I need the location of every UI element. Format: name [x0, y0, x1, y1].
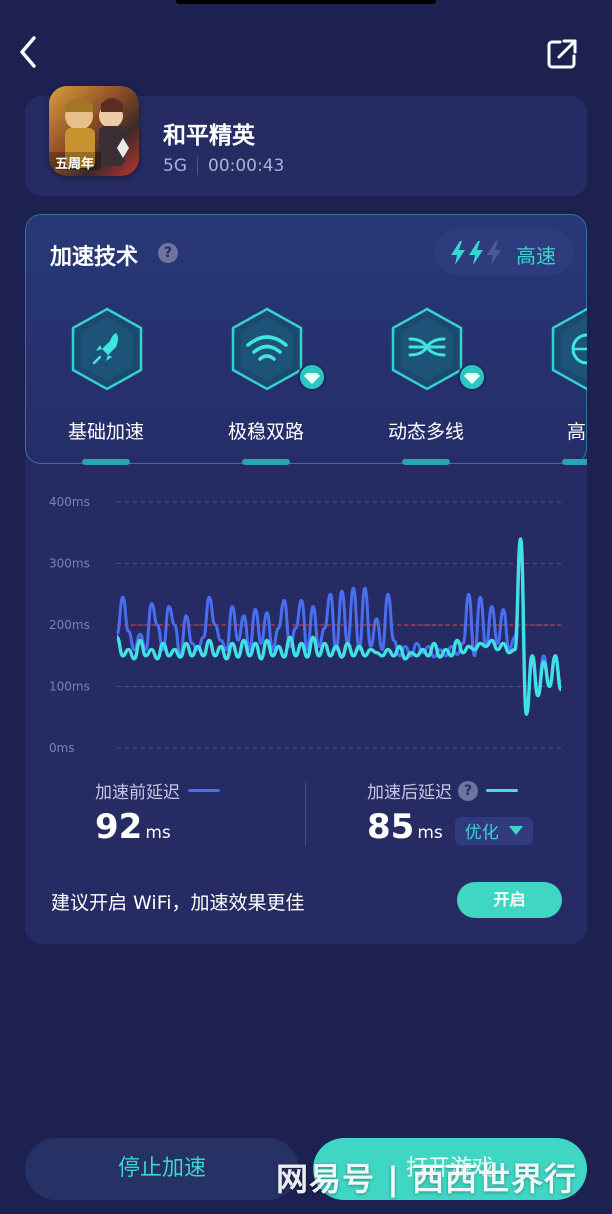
speed-badge[interactable]: 高速 — [434, 229, 574, 275]
latency-before-label-row: 加速前延迟 — [95, 778, 220, 803]
chart-y-tick-label: 100ms — [49, 680, 90, 694]
diamond-premium-icon — [298, 363, 326, 391]
tech-item-indicator — [562, 459, 587, 465]
latency-before-value: 92 — [95, 807, 143, 847]
latency-chart-svg: 0ms 100ms 200ms 300ms 400ms — [49, 495, 563, 755]
game-badge-text: 五周年 — [55, 157, 95, 172]
tech-item-highspeed[interactable]: 高速 — [516, 307, 587, 467]
tech-item-label: 基础加速 — [67, 421, 144, 443]
game-card: 五周年 和平精英 5G 00:00:43 — [25, 86, 587, 196]
watermark: 网易号 | 西西世界行 — [276, 1160, 577, 1198]
back-button[interactable] — [14, 34, 44, 70]
game-meta: 5G 00:00:43 — [163, 156, 284, 176]
globe-icon — [551, 307, 587, 391]
latency-divider — [305, 782, 306, 846]
chart-y-tick-label: 200ms — [49, 618, 90, 632]
chevron-left-icon — [20, 36, 36, 68]
diamond-premium-icon — [458, 363, 486, 391]
game-icon: 五周年 — [49, 86, 139, 176]
tech-item-multiline[interactable]: 动态多线 — [356, 307, 496, 467]
latency-chart: 0ms 100ms 200ms 300ms 400ms — [25, 482, 587, 762]
network-type: 5G — [163, 156, 187, 176]
main-card: 加速技术 ? 高速 基础加速 极稳双路 动态多线 高 0ms 100ms 200… — [25, 214, 587, 944]
enable-wifi-button[interactable]: 开启 — [457, 882, 562, 918]
tech-item-label: 极稳双路 — [227, 421, 304, 443]
game-name: 和平精英 — [163, 123, 255, 149]
boost-duration: 00:00:43 — [208, 156, 285, 176]
tech-item-indicator — [402, 459, 450, 465]
latency-before-unit: ms — [145, 823, 171, 843]
tech-item-label: 高速 — [566, 421, 587, 443]
latency-after-value: 85 — [367, 807, 415, 847]
wifi-tip: 建议开启 WiFi，加速效果更佳 — [51, 892, 305, 914]
share-button[interactable] — [544, 36, 580, 72]
tech-item-indicator — [82, 459, 130, 465]
status-notch — [176, 0, 436, 4]
latency-before-legend-line — [188, 789, 220, 792]
latency-after-unit: ms — [417, 823, 443, 843]
question-help-icon[interactable]: ? — [158, 243, 178, 263]
latency-before: 加速前延迟 92 ms — [95, 778, 220, 847]
top-bar — [0, 0, 612, 90]
chart-y-tick-label: 0ms — [49, 741, 75, 755]
tech-item-basic[interactable]: 基础加速 — [36, 307, 176, 467]
speed-label: 高速 — [516, 244, 556, 268]
tech-item-dual-path[interactable]: 极稳双路 — [196, 307, 336, 467]
latency-before-value-row: 92 ms — [95, 807, 220, 847]
lightning-icon — [469, 241, 483, 265]
dual-wifi-icon — [231, 307, 303, 391]
latency-after: 加速后延迟 ? 85 ms 优化 — [367, 778, 533, 847]
tech-item-indicator — [242, 459, 290, 465]
latency-after-value-row: 85 ms 优化 — [367, 807, 533, 847]
latency-after-legend-line — [486, 789, 518, 792]
lightning-icon — [451, 241, 465, 265]
tech-title: 加速技术 — [50, 245, 139, 270]
tech-item-label: 动态多线 — [387, 421, 464, 443]
tech-panel: 加速技术 ? 高速 基础加速 极稳双路 动态多线 高 — [25, 214, 587, 467]
latency-after-label: 加速后延迟 — [367, 783, 452, 803]
latency-before-label: 加速前延迟 — [95, 783, 180, 803]
optimize-dropdown[interactable]: 优化 — [454, 816, 533, 845]
latency-after-label-row: 加速后延迟 ? — [367, 778, 533, 803]
chart-y-tick-label: 400ms — [49, 495, 90, 509]
rocket-icon — [71, 307, 143, 391]
multiline-icon — [391, 307, 463, 391]
stop-boost-button[interactable]: 停止加速 — [25, 1138, 299, 1200]
external-share-icon — [547, 39, 577, 69]
question-help-icon[interactable]: ? — [458, 780, 478, 801]
optimize-label: 优化 — [464, 823, 499, 843]
chart-y-tick-label: 300ms — [49, 557, 90, 571]
meta-divider — [197, 157, 198, 175]
lightning-dim-icon — [487, 241, 501, 265]
dropdown-arrow-icon — [508, 826, 523, 835]
